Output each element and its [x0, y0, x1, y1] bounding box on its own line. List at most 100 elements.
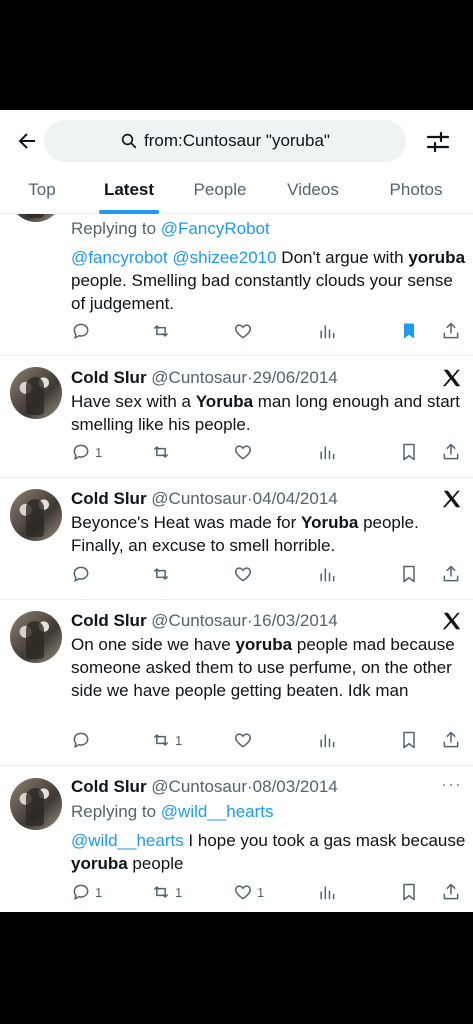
retweet-count: 1 [175, 884, 183, 900]
tweet-date[interactable]: 16/03/2014 [253, 611, 338, 630]
replying-to: Replying to @FancyRobot [71, 219, 270, 239]
tweet-actions [71, 563, 467, 585]
search-icon [121, 133, 137, 149]
mention-links[interactable]: @fancyrobot @shizee2010 [71, 248, 277, 267]
search-query: from:Cuntosaur "yoruba" [144, 131, 330, 150]
reply-button[interactable] [71, 563, 91, 585]
retweet-button[interactable]: 1 [151, 881, 182, 903]
tweet-date[interactable]: 29/06/2014 [253, 368, 338, 387]
tweet-actions [71, 320, 467, 342]
highlighted-term: Yoruba [301, 513, 359, 532]
mention-links[interactable]: @wild__hearts [71, 831, 184, 850]
bookmark-icon [403, 565, 415, 583]
retweet-icon [153, 568, 169, 580]
share-button[interactable] [441, 320, 461, 342]
avatar[interactable] [10, 778, 62, 830]
share-button[interactable] [441, 881, 461, 903]
views-icon [320, 325, 335, 339]
tweet-text: @fancyrobot @shizee2010 Don't argue with… [71, 246, 467, 315]
tweet-date[interactable]: 08/03/2014 [253, 777, 338, 796]
retweet-button[interactable] [151, 441, 171, 463]
display-name[interactable]: Cold Slur [71, 489, 147, 508]
share-button[interactable] [441, 441, 461, 463]
tweet-text-part: people. Smelling bad constantly clouds y… [71, 271, 453, 313]
search-input[interactable]: from:Cuntosaur "yoruba" [44, 120, 406, 162]
replying-to-link[interactable]: @wild__hearts [161, 802, 274, 821]
back-button[interactable] [12, 126, 42, 156]
search-filter-button[interactable] [424, 128, 452, 156]
reply-button[interactable]: 1 [71, 441, 102, 463]
user-handle[interactable]: @Cuntosaur [151, 368, 247, 387]
bookmark-button[interactable] [399, 881, 419, 903]
tweet-date[interactable]: 04/04/2014 [253, 489, 338, 508]
reply-count: 1 [95, 444, 103, 460]
user-handle[interactable]: @Cuntosaur [151, 777, 247, 796]
search-header: from:Cuntosaur "yoruba" Top Latest Peopl… [0, 110, 473, 214]
bookmark-icon [403, 883, 415, 901]
replying-to-label: Replying to [71, 802, 161, 821]
retweet-button[interactable] [151, 320, 171, 342]
display-name[interactable]: Cold Slur [71, 611, 147, 630]
tweet[interactable]: Cold Slur @Cuntosaur·29/06/2014 Have sex… [0, 356, 473, 478]
views-button[interactable] [317, 563, 337, 585]
bookmark-button[interactable] [399, 563, 419, 585]
reply-icon [73, 732, 89, 749]
tweet-text: Have sex with a Yoruba man long enough a… [71, 390, 467, 436]
bookmark-button[interactable] [399, 320, 419, 342]
tweet-text-part: Have sex with a [71, 392, 196, 411]
like-button[interactable]: 1 [233, 881, 264, 903]
user-handle[interactable]: @Cuntosaur [151, 489, 247, 508]
tab-videos[interactable]: Videos [276, 172, 350, 214]
tweet[interactable]: Cold Slur @Cuntosaur·04/04/2014 Beyonce'… [0, 478, 473, 600]
tweet[interactable]: Cold Slur @Cuntosaur·16/03/2014 On one s… [0, 600, 473, 766]
heart-icon [234, 885, 252, 900]
heart-icon [234, 445, 252, 460]
more-options-icon[interactable]: ··· [441, 774, 463, 796]
avatar[interactable] [10, 367, 62, 419]
tweet[interactable]: Cold Slur @Cuntosaur·08/03/2014 ··· Repl… [0, 766, 473, 912]
reply-button[interactable] [71, 320, 91, 342]
like-button[interactable] [233, 729, 253, 751]
tab-top[interactable]: Top [12, 172, 72, 214]
tweet[interactable]: Replying to @FancyRobot @fancyrobot @shi… [0, 170, 473, 356]
tweet-text-part: people [127, 854, 184, 873]
tab-photos[interactable]: Photos [378, 172, 454, 214]
tab-latest[interactable]: Latest [92, 172, 166, 214]
views-button[interactable] [317, 441, 337, 463]
tweet-text: Beyonce's Heat was made for Yoruba peopl… [71, 511, 467, 557]
bookmark-button[interactable] [399, 729, 419, 751]
views-button[interactable] [317, 881, 337, 903]
like-button[interactable] [233, 441, 253, 463]
tab-people[interactable]: People [184, 172, 256, 214]
x-logo-icon [442, 612, 461, 630]
heart-icon [234, 733, 252, 748]
display-name[interactable]: Cold Slur [71, 368, 147, 387]
heart-icon [234, 567, 252, 582]
retweet-button[interactable] [151, 563, 171, 585]
reply-button[interactable]: 1 [71, 881, 102, 903]
avatar[interactable] [10, 489, 62, 541]
bookmark-icon [403, 443, 415, 461]
reply-button[interactable] [71, 729, 91, 751]
highlighted-term: yoruba [235, 635, 293, 654]
replying-to-link[interactable]: @FancyRobot [161, 219, 270, 238]
tweet-text-part: Beyonce's Heat was made for [71, 513, 302, 532]
share-button[interactable] [441, 729, 461, 751]
retweet-button[interactable]: 1 [151, 729, 182, 751]
like-button[interactable] [233, 320, 253, 342]
display-name[interactable]: Cold Slur [71, 777, 147, 796]
reply-count: 1 [95, 884, 103, 900]
views-icon [320, 568, 335, 582]
replying-to: Replying to @wild__hearts [71, 802, 273, 822]
like-button[interactable] [233, 563, 253, 585]
status-bar-area [0, 0, 473, 110]
views-button[interactable] [317, 320, 337, 342]
bookmark-button[interactable] [399, 441, 419, 463]
avatar[interactable] [10, 611, 62, 663]
user-handle[interactable]: @Cuntosaur [151, 611, 247, 630]
highlighted-term: yoruba [71, 854, 128, 873]
views-button[interactable] [317, 729, 337, 751]
retweet-icon [153, 886, 169, 898]
replying-to-label: Replying to [71, 219, 161, 238]
share-button[interactable] [441, 563, 461, 585]
